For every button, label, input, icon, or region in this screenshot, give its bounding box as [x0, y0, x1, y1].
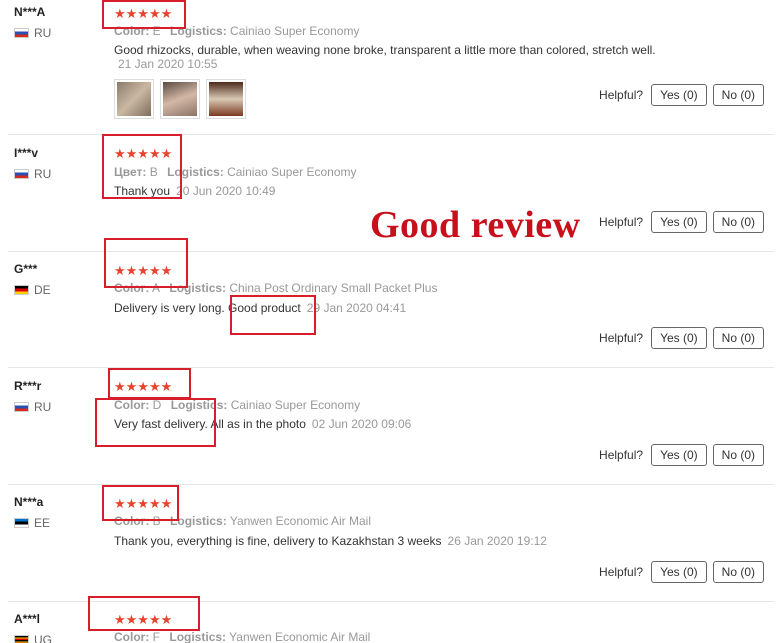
buyer-name: R***r: [14, 379, 42, 393]
buyer-country: DE: [14, 283, 51, 297]
highlight-box: [95, 398, 216, 447]
helpful-voting: Helpful? Yes (0) No (0): [599, 561, 764, 583]
review-date: 02 Jun 2020 09:06: [311, 417, 412, 431]
buyer-country: RU: [14, 400, 51, 414]
helpful-label: Helpful?: [599, 331, 644, 345]
highlight-box: [104, 238, 188, 288]
russia-flag-icon: [14, 402, 29, 412]
helpful-yes-button[interactable]: Yes (0): [651, 444, 707, 466]
helpful-label: Helpful?: [599, 215, 644, 229]
helpful-yes-button[interactable]: Yes (0): [651, 327, 707, 349]
helpful-no-button[interactable]: No (0): [712, 211, 764, 233]
buyer-name: G***: [14, 262, 38, 276]
review-photos: [114, 79, 246, 119]
highlight-box: [102, 134, 182, 199]
review-photo-thumbnail[interactable]: [114, 79, 154, 119]
buyer-country: EE: [14, 516, 50, 530]
russia-flag-icon: [14, 28, 29, 38]
review-date: 20 Jun 2020 10:49: [176, 184, 276, 198]
highlight-box: [230, 295, 316, 335]
helpful-yes-button[interactable]: Yes (0): [651, 84, 707, 106]
buyer-name: N***A: [14, 5, 46, 19]
germany-flag-icon: [14, 285, 29, 295]
helpful-voting: Helpful? Yes (0) No (0): [599, 327, 764, 349]
russia-flag-icon: [14, 169, 29, 179]
review-text: Thank you, everything is fine, delivery …: [114, 534, 547, 548]
helpful-voting: Helpful? Yes (0) No (0): [599, 84, 764, 106]
review-date: 21 Jan 2020 10:55: [118, 57, 218, 71]
highlight-box: [102, 485, 179, 521]
review-date: 26 Jan 2020 19:12: [447, 534, 547, 548]
helpful-no-button[interactable]: No (0): [712, 561, 764, 583]
buyer-country: RU: [14, 167, 51, 181]
helpful-yes-button[interactable]: Yes (0): [651, 211, 707, 233]
helpful-yes-button[interactable]: Yes (0): [651, 561, 707, 583]
highlight-box: [88, 596, 200, 631]
good-review-overlay-title: Good review: [370, 204, 581, 246]
review-meta: Color: F Logistics: Yanwen Economic Air …: [114, 630, 371, 643]
buyer-country: RU: [14, 26, 51, 40]
highlight-box: [108, 368, 191, 399]
review-photo-thumbnail[interactable]: [160, 79, 200, 119]
helpful-label: Helpful?: [599, 448, 644, 462]
helpful-voting: Helpful? Yes (0) No (0): [599, 444, 764, 466]
helpful-no-button[interactable]: No (0): [712, 327, 764, 349]
helpful-voting: Helpful? Yes (0) No (0): [599, 211, 764, 233]
estonia-flag-icon: [14, 518, 29, 528]
review-text: Good rhizocks, durable, when weaving non…: [114, 43, 656, 57]
buyer-name: A***l: [14, 612, 41, 626]
buyer-name: N***a: [14, 495, 44, 509]
buyer-country: UG: [14, 633, 52, 643]
uganda-flag-icon: [14, 635, 29, 643]
review-photo-thumbnail[interactable]: [206, 79, 246, 119]
highlight-box: [102, 0, 186, 29]
helpful-label: Helpful?: [599, 88, 644, 102]
helpful-label: Helpful?: [599, 565, 644, 579]
helpful-no-button[interactable]: No (0): [712, 84, 764, 106]
buyer-name: I***v: [14, 146, 39, 160]
helpful-no-button[interactable]: No (0): [712, 444, 764, 466]
review-date: 29 Jan 2020 04:41: [306, 301, 407, 315]
